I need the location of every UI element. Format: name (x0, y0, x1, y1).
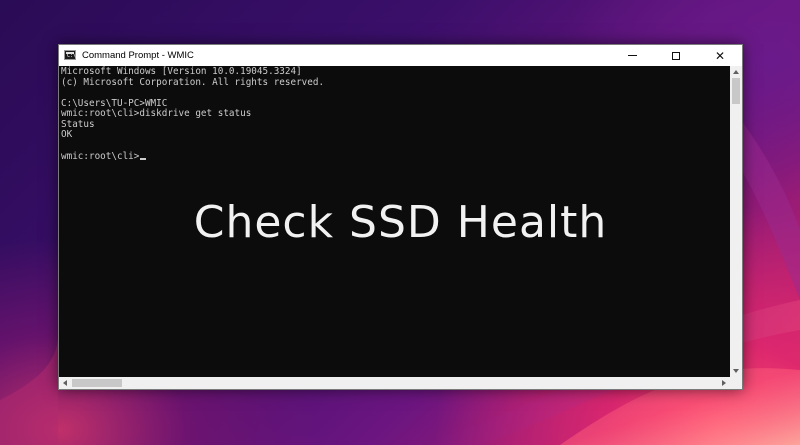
title-bar[interactable]: C:\ Command Prompt - WMIC ✕ (59, 45, 742, 66)
arrow-left-icon (63, 380, 67, 386)
console-line: OK (61, 129, 73, 140)
horizontal-scrollbar[interactable] (59, 377, 730, 389)
command-prompt-icon[interactable]: C:\ (64, 50, 76, 60)
window-title: Command Prompt - WMIC (82, 50, 194, 61)
console-line: wmic:root\cli>diskdrive get status (61, 108, 252, 119)
close-button[interactable]: ✕ (698, 45, 742, 66)
console-prompt-line[interactable]: wmic:root\cli> (61, 151, 147, 163)
console-line: (c) Microsoft Corporation. All rights re… (61, 76, 325, 88)
scroll-down-button[interactable] (730, 365, 742, 377)
scroll-left-button[interactable] (59, 377, 71, 389)
console-prompt: wmic:root\cli> (61, 151, 140, 162)
arrow-right-icon (722, 380, 726, 386)
console-line: Microsoft Windows [Version 10.0.19045.33… (61, 66, 302, 77)
scroll-right-button[interactable] (718, 377, 730, 389)
close-icon: ✕ (714, 48, 726, 63)
scroll-up-button[interactable] (730, 66, 742, 78)
scrollbar-corner (730, 377, 742, 389)
text-cursor (140, 158, 147, 160)
app-icon-glyph: C:\ (67, 53, 77, 59)
vertical-scrollbar[interactable] (730, 66, 742, 377)
maximize-icon (672, 51, 680, 60)
horizontal-scroll-thumb[interactable] (72, 379, 122, 387)
minimize-icon (627, 55, 637, 56)
maximize-button[interactable] (654, 45, 698, 66)
minimize-button[interactable] (610, 45, 654, 66)
arrow-up-icon (733, 70, 739, 74)
command-prompt-window: C:\ Command Prompt - WMIC ✕ Microsoft Wi… (58, 44, 743, 390)
vertical-scroll-thumb[interactable] (732, 78, 740, 104)
overlay-headline: Check SSD Health (193, 197, 608, 248)
arrow-down-icon (733, 369, 739, 373)
